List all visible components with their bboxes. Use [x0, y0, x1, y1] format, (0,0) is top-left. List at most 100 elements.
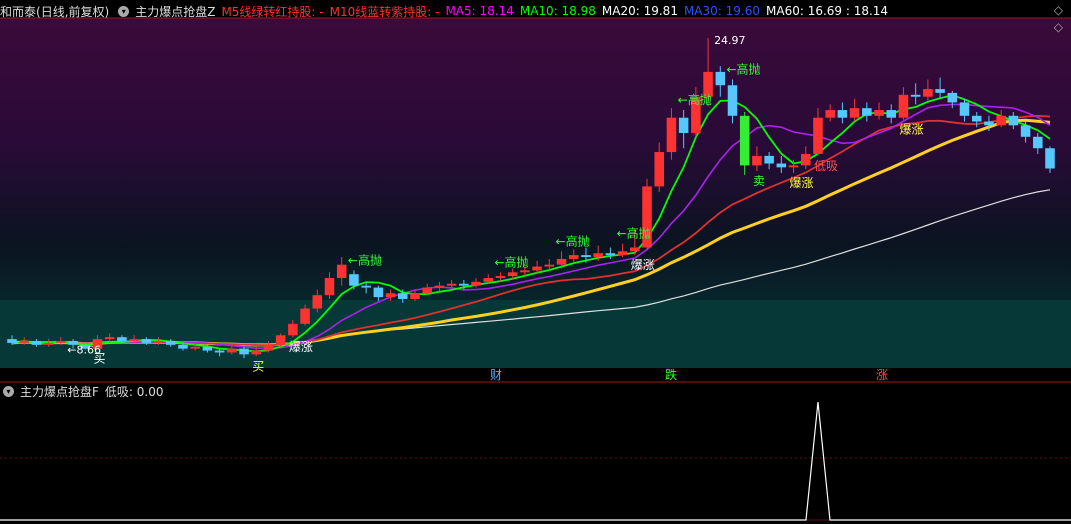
indicator-menu-icon[interactable]: ▾	[118, 5, 130, 17]
candle-body	[532, 266, 542, 271]
chart-canvas: ←8.6624.97买买爆涨←高抛 ←高抛←高抛←高抛爆涨←高抛←高抛卖低吸爆涨爆…	[0, 17, 1071, 521]
candle-body	[874, 110, 884, 116]
candle-body	[410, 293, 420, 300]
candle-body	[495, 276, 506, 279]
candle-body	[923, 89, 933, 97]
candle-body	[349, 274, 359, 286]
candle-body	[752, 155, 762, 166]
sub-pane-series	[0, 401, 1071, 521]
indicator-name: 主力爆点抢盘Z	[135, 4, 216, 19]
ma30-value: MA30: 19.60	[683, 4, 760, 18]
candle-body	[654, 152, 664, 187]
candle-body	[617, 251, 628, 256]
signal-label: ←高抛	[348, 252, 382, 267]
main-pane-bottom-band	[0, 300, 1071, 368]
period-label: (日线,前复权)	[36, 4, 110, 19]
signal-label: 买	[252, 359, 264, 373]
candle-body	[507, 272, 518, 277]
sub-indicator-value: 低吸: 0.00	[104, 384, 164, 399]
candle-body	[776, 163, 787, 168]
sub-series-line	[0, 401, 1071, 521]
candle-body	[300, 308, 310, 324]
candle-body	[544, 264, 555, 267]
candle-body	[312, 295, 323, 309]
candle-body	[984, 121, 994, 126]
candle-body	[422, 287, 432, 294]
candle-body	[825, 110, 835, 118]
candle-body	[764, 155, 774, 164]
candle-body	[947, 92, 958, 103]
candle-body	[56, 341, 66, 343]
signal-red: M5线绿转红持股: -	[221, 4, 324, 19]
candle-body	[190, 346, 200, 349]
candle-body	[459, 283, 469, 286]
candle-body	[801, 153, 811, 166]
candle-body	[214, 350, 225, 353]
candle-body	[593, 253, 603, 258]
candle-body	[275, 335, 286, 345]
candle-body	[556, 258, 567, 265]
candle-body	[862, 108, 872, 116]
candle-body	[398, 293, 408, 300]
candle-body	[849, 108, 860, 118]
signal-label: 爆涨	[631, 257, 655, 272]
candle-body	[971, 115, 982, 122]
candle-body	[996, 115, 1006, 126]
candle-body	[19, 341, 29, 343]
candle-body	[1008, 115, 1019, 126]
candle-body	[1045, 148, 1055, 169]
signal-label: 卖	[753, 174, 765, 188]
candle-body	[483, 278, 494, 282]
candle-body	[959, 102, 970, 116]
candle-body	[165, 341, 176, 345]
sub-indicator-menu-icon[interactable]: ▾	[3, 385, 14, 397]
signal-label: 爆涨	[289, 339, 313, 354]
candle-body	[727, 85, 738, 116]
candle-body	[31, 341, 42, 345]
candle-body	[104, 337, 115, 340]
bottom-marker: 跌	[665, 367, 677, 382]
sub-indicator-name: 主力爆点抢盘F	[20, 384, 99, 399]
candle-body	[568, 255, 579, 259]
candle-body	[7, 339, 17, 343]
candle-body	[666, 117, 677, 153]
collapse-icon[interactable]: ◇	[1054, 3, 1063, 17]
candle-body	[1033, 136, 1043, 149]
candle-body	[898, 94, 909, 118]
signal-label: 爆涨	[899, 122, 923, 137]
candle-body	[434, 285, 445, 288]
ma20-value: MA20: 19.81	[601, 4, 678, 18]
candle-body	[739, 115, 750, 166]
candle-body	[336, 264, 347, 279]
candle-body	[227, 348, 237, 353]
main-header: 和而泰 (日线,前复权) ▾ 主力爆点抢盘Z M5线绿转红持股: - M10线蓝…	[0, 1, 894, 21]
candle-body	[153, 341, 164, 343]
candle-body	[202, 346, 213, 351]
candle-body	[630, 247, 640, 252]
candle-body	[788, 165, 799, 168]
candle-body	[324, 278, 335, 296]
signal-label: ←高抛	[726, 62, 760, 77]
candle-body	[837, 110, 848, 118]
bottom-marker: 涨	[876, 367, 888, 382]
stock-label: 和而泰	[0, 4, 37, 19]
candle-body	[361, 285, 371, 288]
candle-body	[886, 110, 897, 118]
candle-body	[813, 117, 823, 154]
candle-body	[471, 281, 481, 286]
high-price-label: 24.97	[714, 34, 746, 47]
signal-label: ←高抛	[556, 233, 590, 248]
candle-body	[385, 293, 396, 298]
candle-body	[43, 342, 54, 345]
signal-label: 买	[93, 352, 105, 366]
sub-header: ▾ 主力爆点抢盘F 低吸: 0.00	[0, 381, 169, 401]
candle-body	[251, 350, 261, 355]
candle-body	[263, 344, 274, 351]
candle-body	[605, 253, 616, 256]
candle-body	[935, 89, 945, 93]
expand-icon[interactable]: ◇	[1054, 20, 1063, 34]
candle-body	[178, 344, 188, 349]
signal-label: 低吸	[814, 159, 838, 173]
ma60-value: MA60: 16.69 : 18.14	[766, 4, 889, 18]
candle-body	[239, 348, 249, 355]
